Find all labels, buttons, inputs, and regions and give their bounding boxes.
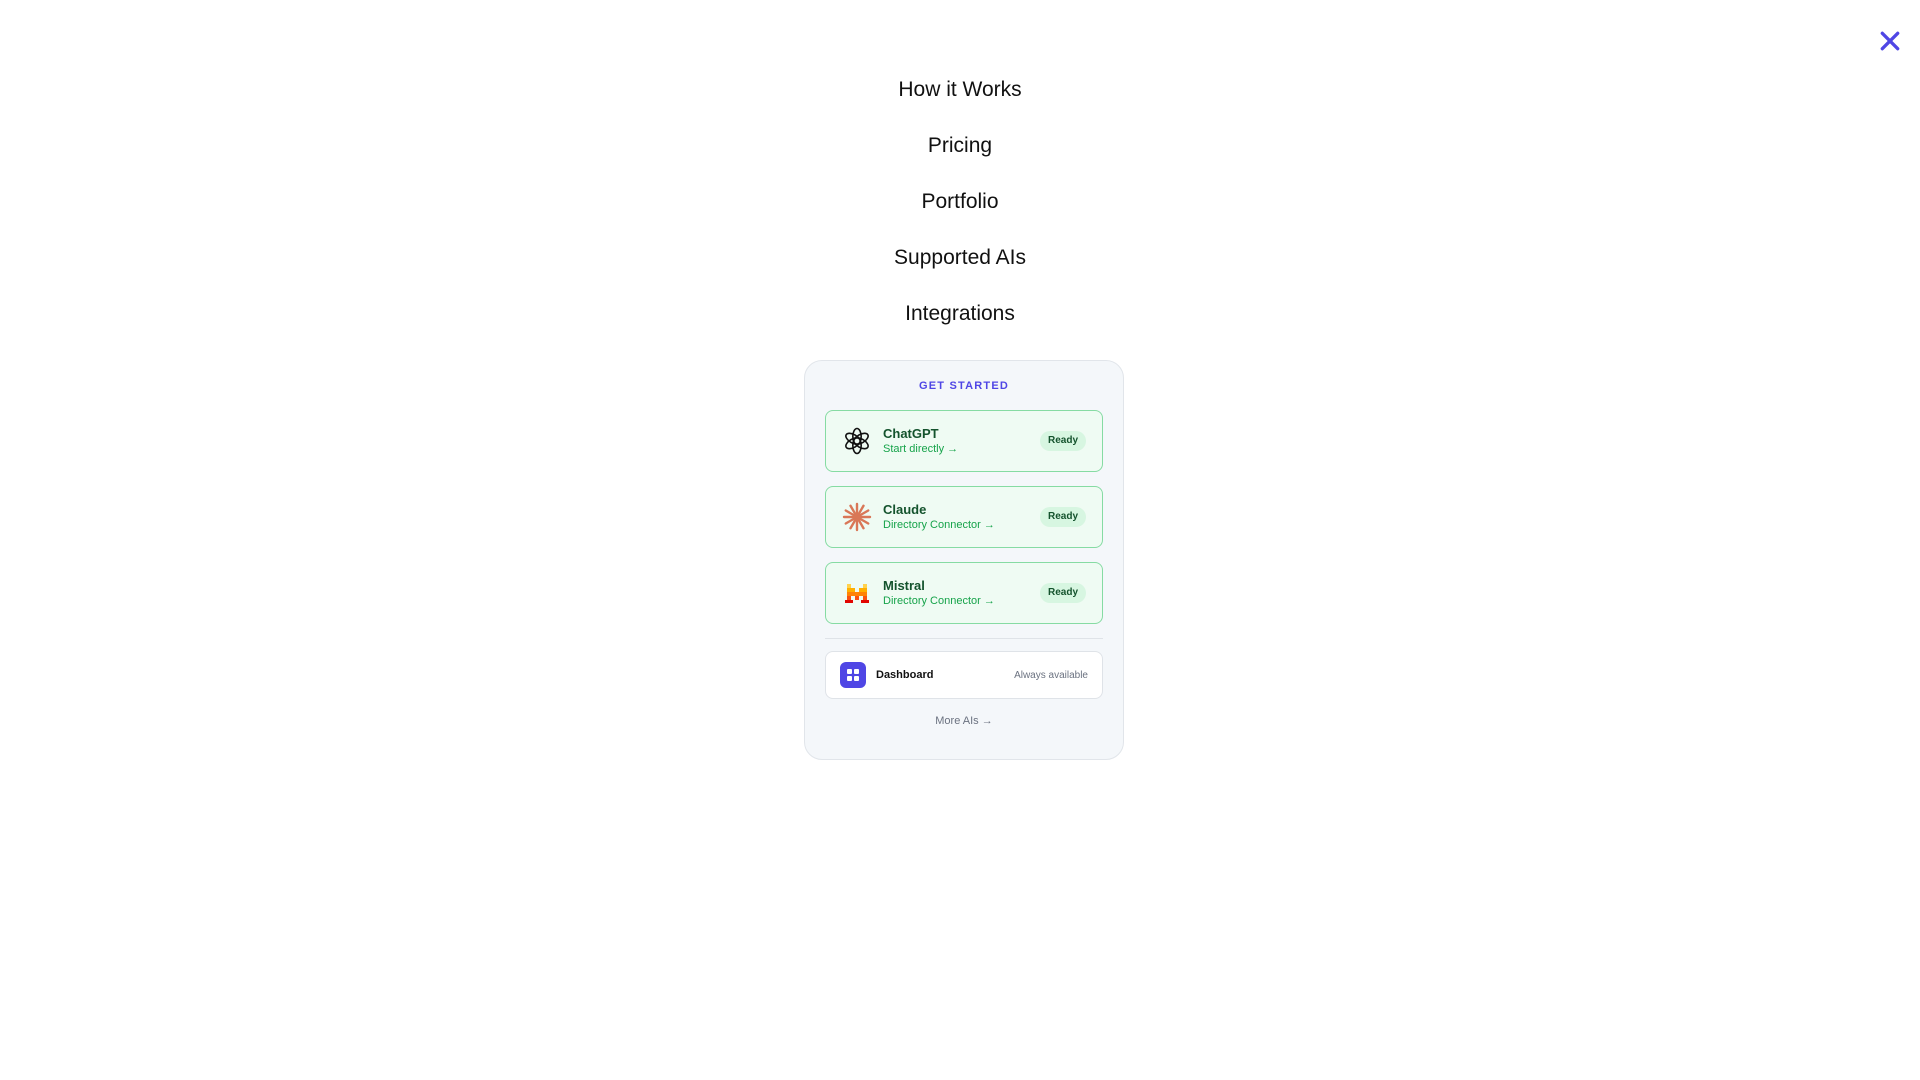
menu-item-portfolio[interactable]: Portfolio <box>921 180 998 236</box>
ai-name: ChatGPT <box>883 425 939 441</box>
mistral-logo-icon <box>842 578 872 608</box>
ai-card-claude[interactable]: Claude Directory Connector → Ready <box>825 486 1103 548</box>
claude-logo-icon <box>842 502 872 532</box>
ai-name: Mistral <box>883 577 925 593</box>
openai-logo-icon <box>842 426 872 456</box>
ai-card-text: Mistral Directory Connector → <box>883 578 1040 609</box>
status-badge: Ready <box>1039 431 1086 451</box>
menu-item-pricing[interactable]: Pricing <box>928 124 992 180</box>
ai-name: Claude <box>883 501 927 517</box>
ai-subtitle: Start directly → <box>883 442 959 455</box>
ai-card-text: Claude Directory Connector → <box>883 502 1040 533</box>
panel-heading: GET STARTED <box>919 380 1009 392</box>
get-started-panel: GET STARTED ChatGPT Start directly → Rea… <box>804 360 1124 760</box>
close-button[interactable] <box>1873 24 1907 58</box>
dashboard-note: Always available <box>1014 669 1088 681</box>
menu-item-supported-ais[interactable]: Supported AIs <box>894 236 1026 292</box>
close-icon <box>1880 31 1900 51</box>
main-menu: How it Works Pricing Portfolio Supported… <box>0 68 1920 348</box>
ai-subtitle: Directory Connector → <box>883 594 995 607</box>
more-ais-link[interactable]: More AIs → <box>825 715 1103 727</box>
menu-item-integrations[interactable]: Integrations <box>905 292 1015 348</box>
ai-subtitle: Directory Connector → <box>883 518 995 531</box>
ai-card-text: ChatGPT Start directly → <box>883 426 1040 457</box>
dashboard-label: Dashboard <box>876 669 934 681</box>
status-badge: Ready <box>1039 583 1086 603</box>
grid-icon <box>840 662 866 688</box>
ai-card-mistral[interactable]: Mistral Directory Connector → Ready <box>825 562 1103 624</box>
dashboard-card[interactable]: Dashboard Always available <box>825 651 1103 699</box>
ai-card-chatgpt[interactable]: ChatGPT Start directly → Ready <box>825 410 1103 472</box>
menu-item-how-it-works[interactable]: How it Works <box>898 68 1021 124</box>
status-badge: Ready <box>1039 507 1086 527</box>
divider <box>825 638 1103 639</box>
